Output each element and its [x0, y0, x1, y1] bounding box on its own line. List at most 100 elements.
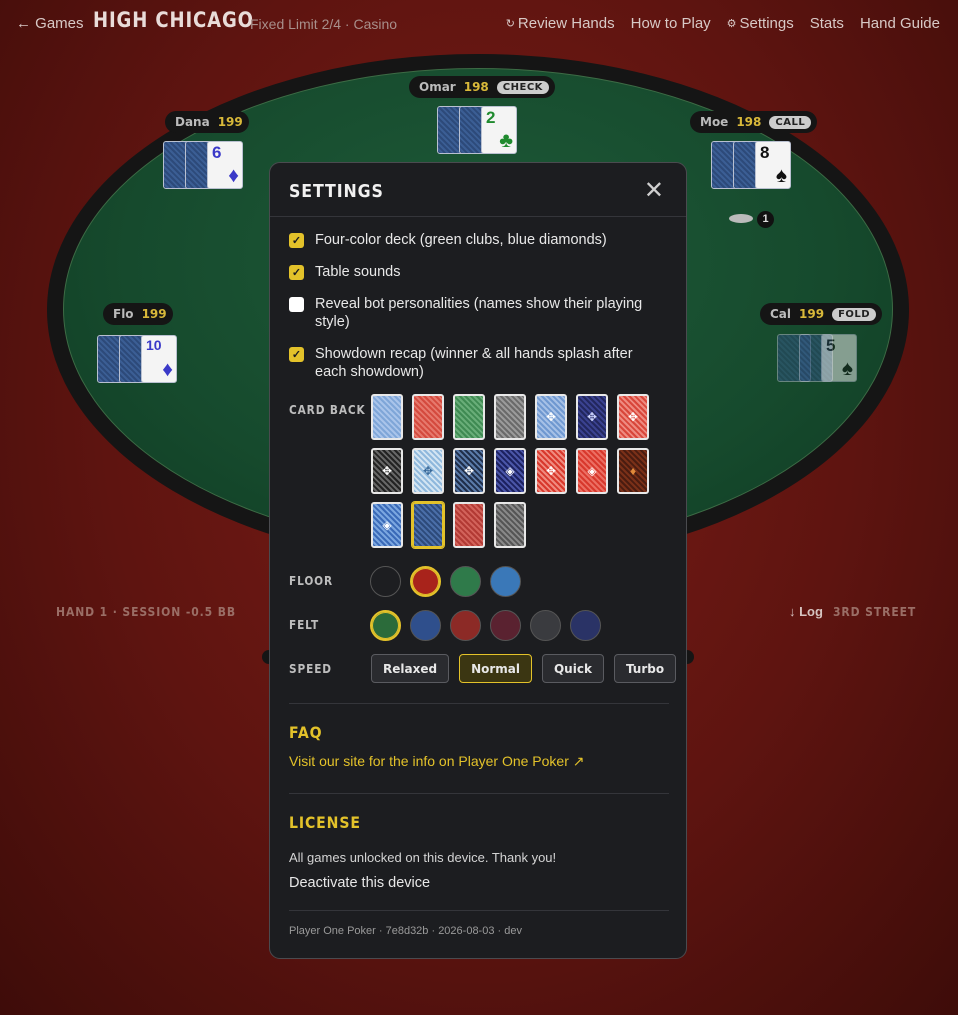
card-back-option[interactable]: ♦: [617, 448, 649, 494]
refresh-icon: ↻: [505, 18, 515, 30]
felt-swatch-selected[interactable]: [370, 610, 401, 641]
card-back-option[interactable]: ✥: [576, 394, 608, 440]
ornament-icon: ✥: [463, 464, 475, 478]
card-back-option[interactable]: [494, 394, 526, 440]
floor-swatch[interactable]: [370, 566, 401, 597]
nav-how-to-play[interactable]: How to Play: [631, 15, 711, 32]
ornament-icon: ✥: [545, 464, 557, 478]
top-bar: ← Games HIGH CHICAGO Fixed Limit 2/4 · C…: [0, 0, 958, 48]
section-divider: [289, 910, 669, 911]
player-name: Flo: [113, 307, 134, 321]
nav-label: Review Hands: [517, 15, 615, 32]
gear-icon: ⚙: [726, 18, 737, 30]
checkbox-checked[interactable]: ✓: [289, 233, 304, 248]
card-back-option[interactable]: ◈: [494, 448, 526, 494]
nav-label: Settings: [739, 15, 794, 32]
card-rank: 6: [212, 143, 222, 162]
felt-swatch[interactable]: [410, 610, 441, 641]
option-reveal-bot-personalities[interactable]: Reveal bot personalities (names show the…: [289, 295, 660, 331]
up-card: 6 ♦: [207, 141, 243, 189]
floor-picker: [370, 566, 521, 597]
checkbox-unchecked[interactable]: [289, 297, 304, 312]
nav-label: Stats: [809, 15, 844, 32]
option-label: Four-color deck (green clubs, blue diamo…: [315, 232, 607, 248]
diamond-suit-icon: ♦: [162, 358, 173, 381]
card-back-option[interactable]: ◈: [576, 448, 608, 494]
card-rank: 8: [760, 143, 770, 162]
nav-stats[interactable]: Stats: [810, 15, 844, 32]
diamond-icon: ◈: [382, 518, 392, 532]
club-suit-icon: ♣: [499, 129, 513, 152]
speed-turbo-button[interactable]: Turbo: [613, 654, 677, 683]
top-nav: ↻ Review Hands How to Play ⚙ Settings Stat…: [506, 15, 940, 32]
speed-label: SPEED: [289, 662, 332, 676]
faq-link[interactable]: Visit our site for the info on Player On…: [289, 753, 585, 770]
felt-swatch[interactable]: [490, 610, 521, 641]
felt-swatch[interactable]: [530, 610, 561, 641]
action-badge: FOLD: [832, 307, 877, 321]
player-chips: 198: [736, 115, 762, 129]
card-back-option[interactable]: ✥: [371, 448, 403, 494]
seat-flo: Flo 199: [103, 303, 173, 325]
checkbox-checked[interactable]: ✓: [289, 347, 304, 362]
card-back-label: CARD BACK: [289, 403, 366, 417]
card-back-option-selected[interactable]: [412, 502, 444, 548]
checkbox-checked[interactable]: ✓: [289, 265, 304, 280]
option-four-color-deck[interactable]: ✓ Four-color deck (green clubs, blue dia…: [289, 231, 660, 249]
felt-swatch[interactable]: [450, 610, 481, 641]
card-back-option[interactable]: ✥: [535, 394, 567, 440]
floor-swatch-selected[interactable]: [410, 566, 441, 597]
ornament-icon: ✥: [545, 410, 557, 424]
nav-label: Hand Guide: [859, 15, 940, 32]
action-badge: CHECK: [496, 80, 549, 94]
deactivate-device-button[interactable]: Deactivate this device: [289, 875, 430, 891]
speed-quick-button[interactable]: Quick: [541, 654, 604, 683]
felt-swatch[interactable]: [570, 610, 601, 641]
nav-review-hands[interactable]: ↻ Review Hands: [506, 15, 615, 32]
faq-heading: FAQ: [289, 723, 323, 742]
card-rank: 5: [826, 336, 836, 355]
card-back-option[interactable]: [453, 502, 485, 548]
hand-session-info: HAND 1 · SESSION -0.5 BB: [56, 605, 236, 619]
nav-hand-guide[interactable]: Hand Guide: [860, 15, 940, 32]
card-rank: 2: [486, 108, 496, 127]
card-back-picker: ✥ ✥ ✥ ✥ ✥ ✥ ◈ ✥ ◈ ♦ ◈: [371, 394, 661, 548]
floor-swatch[interactable]: [490, 566, 521, 597]
spade-suit-icon: ♠: [841, 357, 853, 380]
section-divider: [289, 793, 669, 794]
option-showdown-recap[interactable]: ✓ Showdown recap (winner & all hands spl…: [289, 345, 660, 381]
player-chips: 199: [217, 115, 243, 129]
seat-dana: Dana 199: [165, 111, 249, 133]
back-to-games-link[interactable]: ← Games: [16, 15, 84, 32]
player-name: Dana: [175, 115, 210, 129]
up-card: 2 ♣: [481, 106, 517, 154]
card-back-option[interactable]: ✥: [535, 448, 567, 494]
close-icon[interactable]: ✕: [644, 179, 664, 203]
player-name: Moe: [700, 115, 729, 129]
player-chips: 199: [799, 307, 825, 321]
seat-omar: Omar 198 CHECK: [409, 76, 555, 98]
nav-settings[interactable]: ⚙ Settings: [727, 15, 794, 32]
diamond-icon: ♦: [629, 464, 637, 478]
floor-swatch[interactable]: [450, 566, 481, 597]
card-back-option[interactable]: ✥: [412, 448, 444, 494]
card-back-option[interactable]: [412, 394, 444, 440]
speed-relaxed-button[interactable]: Relaxed: [371, 654, 450, 683]
card-back-option[interactable]: [371, 394, 403, 440]
card-back-option[interactable]: ◈: [371, 502, 403, 548]
option-table-sounds[interactable]: ✓ Table sounds: [289, 263, 660, 281]
seat-moe: Moe 198 CALL: [690, 111, 818, 133]
card-back-option[interactable]: ✥: [453, 448, 485, 494]
game-title: HIGH CHICAGO: [93, 8, 254, 32]
card-back-option[interactable]: [453, 394, 485, 440]
street-label: 3RD STREET: [833, 605, 917, 619]
version-footer: Player One Poker · 7e8d32b · 2026-08-03 …: [289, 925, 522, 937]
ornament-icon: ✥: [586, 410, 598, 424]
felt-picker: [370, 610, 601, 641]
up-card: 10 ♦: [141, 335, 177, 383]
card-back-option[interactable]: [494, 502, 526, 548]
log-toggle[interactable]: ↓ Log: [789, 604, 823, 619]
speed-normal-button[interactable]: Normal: [459, 654, 532, 683]
card-back-option[interactable]: ✥: [617, 394, 649, 440]
nav-label: How to Play: [630, 15, 711, 32]
